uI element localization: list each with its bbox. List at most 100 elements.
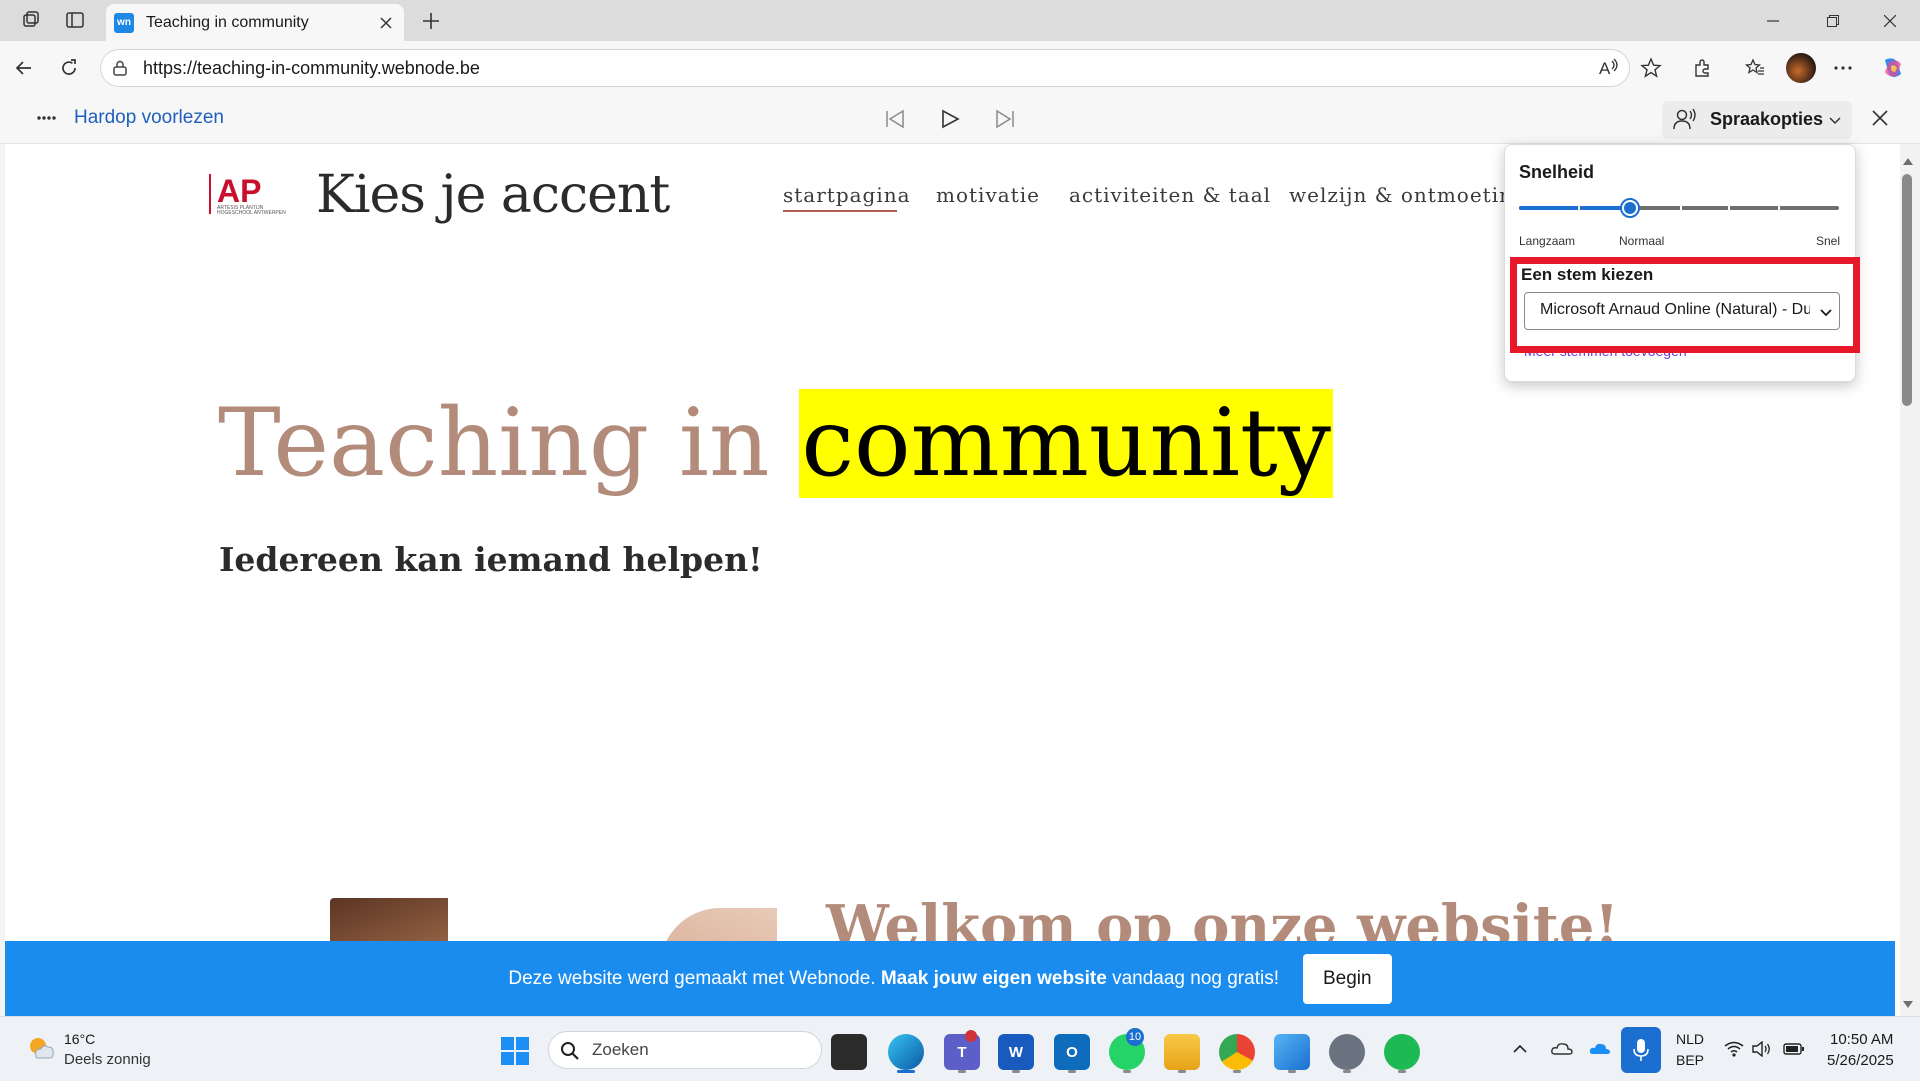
webnode-banner: Deze website werd gemaakt met Webnode. M… bbox=[5, 941, 1895, 1016]
input-language[interactable]: NLD bbox=[1676, 1031, 1704, 1047]
tab-close-icon[interactable] bbox=[372, 9, 400, 37]
banner-text-before: Deze website werd gemaakt met Webnode. bbox=[508, 967, 881, 989]
nav-link-startpagina[interactable]: startpagina bbox=[783, 183, 911, 207]
chrome-app-icon[interactable] bbox=[1219, 1034, 1255, 1070]
spotify-app-icon[interactable] bbox=[1384, 1034, 1420, 1070]
scrollbar-thumb[interactable] bbox=[1902, 174, 1912, 406]
onedrive-personal-icon[interactable] bbox=[1550, 1040, 1574, 1061]
speed-fast-label: Snel bbox=[1816, 234, 1841, 248]
slider-tick bbox=[1728, 204, 1730, 212]
annotation-highlight-box bbox=[1510, 257, 1860, 353]
profile-avatar[interactable] bbox=[1786, 53, 1816, 83]
running-indicator bbox=[1233, 1070, 1241, 1073]
previous-paragraph-icon[interactable] bbox=[884, 108, 906, 135]
read-aloud-label: Hardop voorlezen bbox=[74, 107, 224, 128]
clock-date[interactable]: 5/26/2025 bbox=[1827, 1052, 1894, 1069]
outlook-app-icon[interactable]: O bbox=[1054, 1034, 1090, 1070]
weather-sun-cloud-icon[interactable] bbox=[24, 1032, 56, 1069]
svg-text:AP: AP bbox=[217, 173, 261, 209]
vertical-tabs-icon[interactable] bbox=[58, 3, 92, 37]
voice-options-icon bbox=[1672, 106, 1698, 137]
settings-gear-icon[interactable] bbox=[1329, 1034, 1365, 1070]
play-icon[interactable] bbox=[939, 108, 961, 135]
back-icon[interactable] bbox=[7, 51, 41, 85]
banner-text-after: vandaag nog gratis! bbox=[1106, 967, 1279, 989]
hero-title-highlighted-word: community bbox=[799, 389, 1333, 498]
taskbar-search[interactable] bbox=[548, 1031, 822, 1069]
site-info-lock-icon[interactable] bbox=[111, 59, 129, 82]
hero-subtitle: Iedereen kan iemand helpen! bbox=[219, 540, 763, 579]
chevron-down-icon bbox=[1828, 113, 1842, 131]
weather-description[interactable]: Deels zonnig bbox=[64, 1051, 151, 1068]
battery-icon[interactable] bbox=[1783, 1042, 1805, 1061]
more-options-icon[interactable] bbox=[1832, 57, 1854, 84]
hero-title-plain: Teaching in bbox=[218, 389, 800, 498]
read-aloud-icon[interactable]: A bbox=[1598, 57, 1620, 84]
speed-normal-label: Normaal bbox=[1619, 234, 1665, 248]
next-paragraph-icon[interactable] bbox=[994, 108, 1016, 135]
running-indicator bbox=[1178, 1070, 1186, 1073]
speed-slider-fill bbox=[1519, 206, 1631, 210]
keyboard-layout[interactable]: BEP bbox=[1676, 1052, 1704, 1068]
nav-link-activiteiten-taal[interactable]: activiteiten & taal bbox=[1069, 183, 1271, 207]
scroll-up-icon[interactable] bbox=[1903, 152, 1913, 170]
search-icon bbox=[560, 1041, 580, 1066]
wifi-icon[interactable] bbox=[1724, 1041, 1744, 1062]
nav-active-underline bbox=[783, 210, 897, 212]
microphone-icon bbox=[1632, 1038, 1650, 1067]
ap-logo-subtext: ARTESIS PLANTIJN HOGESCHOOL ANTWERPEN bbox=[217, 205, 286, 216]
running-indicator bbox=[1398, 1070, 1406, 1073]
extensions-icon[interactable] bbox=[1692, 57, 1714, 84]
new-tab-button[interactable] bbox=[414, 4, 448, 38]
restore-button[interactable] bbox=[1803, 0, 1863, 41]
copilot-icon[interactable] bbox=[1879, 54, 1907, 87]
speed-slow-label: Langzaam bbox=[1519, 234, 1576, 248]
favorite-star-icon[interactable] bbox=[1640, 57, 1662, 84]
svg-text:A: A bbox=[1599, 59, 1611, 78]
read-aloud-menu-icon[interactable] bbox=[36, 110, 56, 128]
clock-time[interactable]: 10:50 AM bbox=[1830, 1031, 1893, 1048]
slider-tick bbox=[1778, 204, 1780, 212]
refresh-icon[interactable] bbox=[52, 51, 86, 85]
photos-app-icon[interactable] bbox=[1274, 1034, 1310, 1070]
banner-text-bold[interactable]: Maak jouw eigen website bbox=[881, 968, 1107, 989]
file-explorer-icon[interactable] bbox=[1164, 1034, 1200, 1070]
tab-title: Teaching in community bbox=[146, 13, 309, 31]
speed-label: Snelheid bbox=[1519, 162, 1595, 182]
weather-temperature[interactable]: 16°C bbox=[64, 1031, 95, 1047]
onedrive-business-icon[interactable] bbox=[1588, 1040, 1612, 1061]
edge-app-icon[interactable] bbox=[888, 1034, 924, 1070]
volume-icon[interactable] bbox=[1752, 1040, 1772, 1062]
voice-options-label: Spraakopties bbox=[1710, 109, 1824, 129]
close-window-button[interactable] bbox=[1860, 0, 1920, 41]
running-indicator bbox=[1068, 1070, 1076, 1073]
running-indicator bbox=[1288, 1070, 1296, 1073]
tray-chevron-up-icon[interactable] bbox=[1512, 1042, 1528, 1060]
teams-notification-dot bbox=[965, 1030, 977, 1042]
task-view-icon[interactable] bbox=[831, 1034, 867, 1070]
tab-teaching-in-community[interactable]: wn Teaching in community bbox=[106, 4, 404, 41]
webnode-banner-text: Deze website werd gemaakt met Webnode. M… bbox=[508, 968, 1279, 990]
running-indicator bbox=[958, 1070, 966, 1073]
url-text[interactable]: https://teaching-in-community.webnode.be bbox=[143, 58, 480, 79]
scroll-down-icon[interactable] bbox=[1903, 996, 1913, 1014]
ap-logo[interactable]: AP ARTESIS PLANTIJN HOGESCHOOL ANTWERPEN bbox=[209, 172, 295, 218]
running-indicator bbox=[1343, 1070, 1351, 1073]
running-indicator bbox=[1012, 1070, 1020, 1073]
hero-title: Teaching in community bbox=[218, 388, 1333, 500]
webnode-favicon-icon: wn bbox=[114, 12, 134, 33]
running-indicator bbox=[1123, 1070, 1131, 1073]
nav-link-motivatie[interactable]: motivatie bbox=[936, 183, 1040, 207]
workspaces-icon[interactable] bbox=[14, 3, 48, 37]
minimize-button[interactable] bbox=[1743, 0, 1803, 41]
search-placeholder: Zoeken bbox=[592, 1040, 649, 1059]
close-read-aloud-icon[interactable] bbox=[1870, 108, 1890, 133]
begin-button[interactable]: Begin bbox=[1302, 953, 1392, 1004]
edge-active-indicator bbox=[897, 1070, 915, 1073]
favorites-list-icon[interactable] bbox=[1744, 57, 1766, 84]
nav-link-welzijn-ontmoeting[interactable]: welzijn & ontmoeting bbox=[1289, 183, 1527, 207]
site-title[interactable]: Kies je accent bbox=[316, 165, 670, 225]
windows-start-icon[interactable] bbox=[500, 1036, 530, 1071]
word-app-icon[interactable]: W bbox=[998, 1034, 1034, 1070]
slider-tick bbox=[1578, 204, 1580, 212]
